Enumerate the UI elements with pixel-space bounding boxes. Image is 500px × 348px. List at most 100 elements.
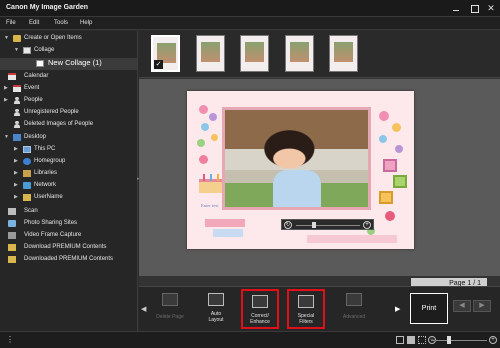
expand-arrow-icon[interactable]: ▶ [4, 97, 8, 103]
photo-frame[interactable] [222, 107, 371, 210]
tree-item-desktop[interactable]: ▼ Desktop [4, 133, 136, 144]
expand-arrow-icon[interactable]: ▼ [14, 47, 19, 53]
thumbnail-item[interactable] [196, 35, 225, 72]
navigation-tree: ▼ Create or Open Items ▼ Collage New Col… [0, 31, 138, 331]
menu-edit[interactable]: Edit [29, 20, 39, 26]
person-icon [13, 121, 21, 128]
tree-item-people[interactable]: ▶ People [4, 96, 136, 107]
tree-item-event[interactable]: ▶ Event [4, 84, 136, 95]
expand-arrow-icon[interactable]: ▶ [4, 85, 8, 91]
expand-arrow-icon[interactable]: ▼ [4, 134, 9, 140]
more-options-icon[interactable]: ⋮ [6, 335, 14, 344]
print-button[interactable]: Print [410, 293, 448, 324]
view-mode-icon[interactable] [396, 336, 404, 344]
fit-view-icon[interactable] [407, 336, 415, 344]
tree-item-label: Desktop [24, 134, 47, 140]
ribbon-decoration [213, 229, 243, 237]
scroll-right-icon[interactable]: ▶ [395, 305, 400, 313]
tree-item-label: Unregistered People [24, 109, 79, 115]
user-folder-icon [23, 194, 31, 201]
tree-item-label: Downloaded PREMIUM Contents [24, 256, 114, 262]
tree-item-homegroup[interactable]: ▶ Homegroup [14, 157, 136, 168]
candle-decoration [210, 174, 212, 181]
thumbnail-image [201, 42, 220, 62]
folder-icon [13, 35, 21, 42]
tree-item-deleted-images[interactable]: Deleted Images of People [4, 120, 136, 131]
auto-layout-button[interactable]: Auto Layout [197, 289, 235, 329]
zoom-slider[interactable] [431, 340, 487, 341]
full-screen-icon[interactable] [418, 336, 426, 344]
tree-item-collage[interactable]: ▼ Collage [14, 46, 136, 57]
zoom-in-icon[interactable]: + [363, 221, 371, 229]
flower-decoration [392, 123, 401, 132]
candle-decoration [203, 174, 205, 181]
maximize-button[interactable] [469, 3, 479, 13]
expand-arrow-icon[interactable]: ▼ [4, 35, 9, 41]
delete-page-button[interactable]: Delete Page [151, 289, 189, 329]
tree-item-label: Collage [34, 47, 55, 53]
tree-item-scan[interactable]: Scan [4, 207, 136, 218]
photo-detail [273, 170, 321, 207]
flower-decoration [199, 155, 208, 164]
flower-decoration [379, 111, 389, 121]
tree-item-create-or-open[interactable]: ▼ Create or Open Items [4, 34, 136, 45]
advanced-button[interactable]: Advanced [335, 289, 373, 329]
title-bar: Canon My Image Garden ✕ [0, 0, 500, 17]
edit-canvas: Enter text ↻ + Page 1 / 1 [139, 79, 500, 289]
scroll-left-icon[interactable]: ◀ [141, 305, 146, 313]
bottom-toolbar: ◀ Delete Page Auto Layout Correct/Enhance… [139, 286, 500, 331]
check-icon: ✓ [154, 60, 163, 69]
event-icon [13, 85, 21, 92]
tree-item-label: Photo Sharing Sites [24, 220, 78, 226]
tree-item-photo-sharing[interactable]: Photo Sharing Sites [4, 219, 136, 230]
advanced-icon [346, 293, 362, 306]
photo-zoom-slider[interactable] [296, 225, 360, 226]
tree-item-download-premium[interactable]: Download PREMIUM Contents [4, 243, 136, 254]
thumbnail-item[interactable]: ✓ [151, 35, 180, 72]
flower-decoration [201, 123, 209, 131]
zoom-in-icon[interactable]: + [489, 336, 497, 344]
expand-arrow-icon[interactable]: ▶ [14, 182, 18, 188]
expand-arrow-icon[interactable]: ▶ [14, 146, 18, 152]
next-button[interactable]: ▶ [473, 300, 491, 312]
slider-knob[interactable] [312, 222, 316, 228]
tree-item-calendar[interactable]: Calendar [4, 72, 136, 83]
collage-page[interactable]: Enter text ↻ + [187, 91, 414, 249]
tree-item-unregistered-people[interactable]: Unregistered People [4, 108, 136, 119]
menu-tools[interactable]: Tools [54, 20, 68, 26]
previous-button[interactable]: ◀ [453, 300, 471, 312]
video-icon [8, 232, 16, 239]
delete-page-icon [162, 293, 178, 306]
homegroup-icon [23, 158, 31, 165]
network-icon [23, 182, 31, 189]
text-placeholder[interactable]: Enter text [201, 203, 219, 208]
thumbnail-item[interactable] [329, 35, 358, 72]
thumbnail-item[interactable] [240, 35, 269, 72]
expand-arrow-icon[interactable]: ▶ [14, 170, 18, 176]
rotate-icon[interactable]: ↻ [284, 221, 292, 229]
close-button[interactable]: ✕ [486, 3, 496, 13]
zoom-slider-knob[interactable] [447, 336, 451, 344]
special-filters-button[interactable]: Special Filters [287, 289, 325, 329]
girl-photo[interactable] [225, 110, 368, 207]
minimize-button[interactable] [451, 3, 461, 13]
tree-item-this-pc[interactable]: ▶ This PC [14, 145, 136, 156]
thumbnail-item[interactable] [285, 35, 314, 72]
gift-decoration [393, 175, 407, 188]
tree-item-downloaded-premium[interactable]: Downloaded PREMIUM Contents [4, 255, 136, 266]
tree-item-label: People [24, 97, 43, 103]
correct-enhance-icon [252, 295, 268, 308]
correct-enhance-button[interactable]: Correct/Enhance [241, 289, 279, 329]
menu-file[interactable]: File [6, 20, 16, 26]
tree-item-new-collage[interactable]: New Collage (1) [0, 58, 137, 70]
tree-item-video-capture[interactable]: Video Frame Capture [4, 231, 136, 242]
expand-arrow-icon[interactable]: ▶ [14, 158, 18, 164]
tree-item-libraries[interactable]: ▶ Libraries [14, 169, 136, 180]
expand-arrow-icon[interactable]: ▶ [14, 194, 18, 200]
tree-item-network[interactable]: ▶ Network [14, 181, 136, 192]
flower-decoration [379, 135, 387, 143]
person-icon [13, 97, 21, 104]
menu-help[interactable]: Help [80, 20, 92, 26]
tree-item-username[interactable]: ▶ UserName [14, 193, 136, 204]
tree-item-label: Event [24, 85, 40, 91]
